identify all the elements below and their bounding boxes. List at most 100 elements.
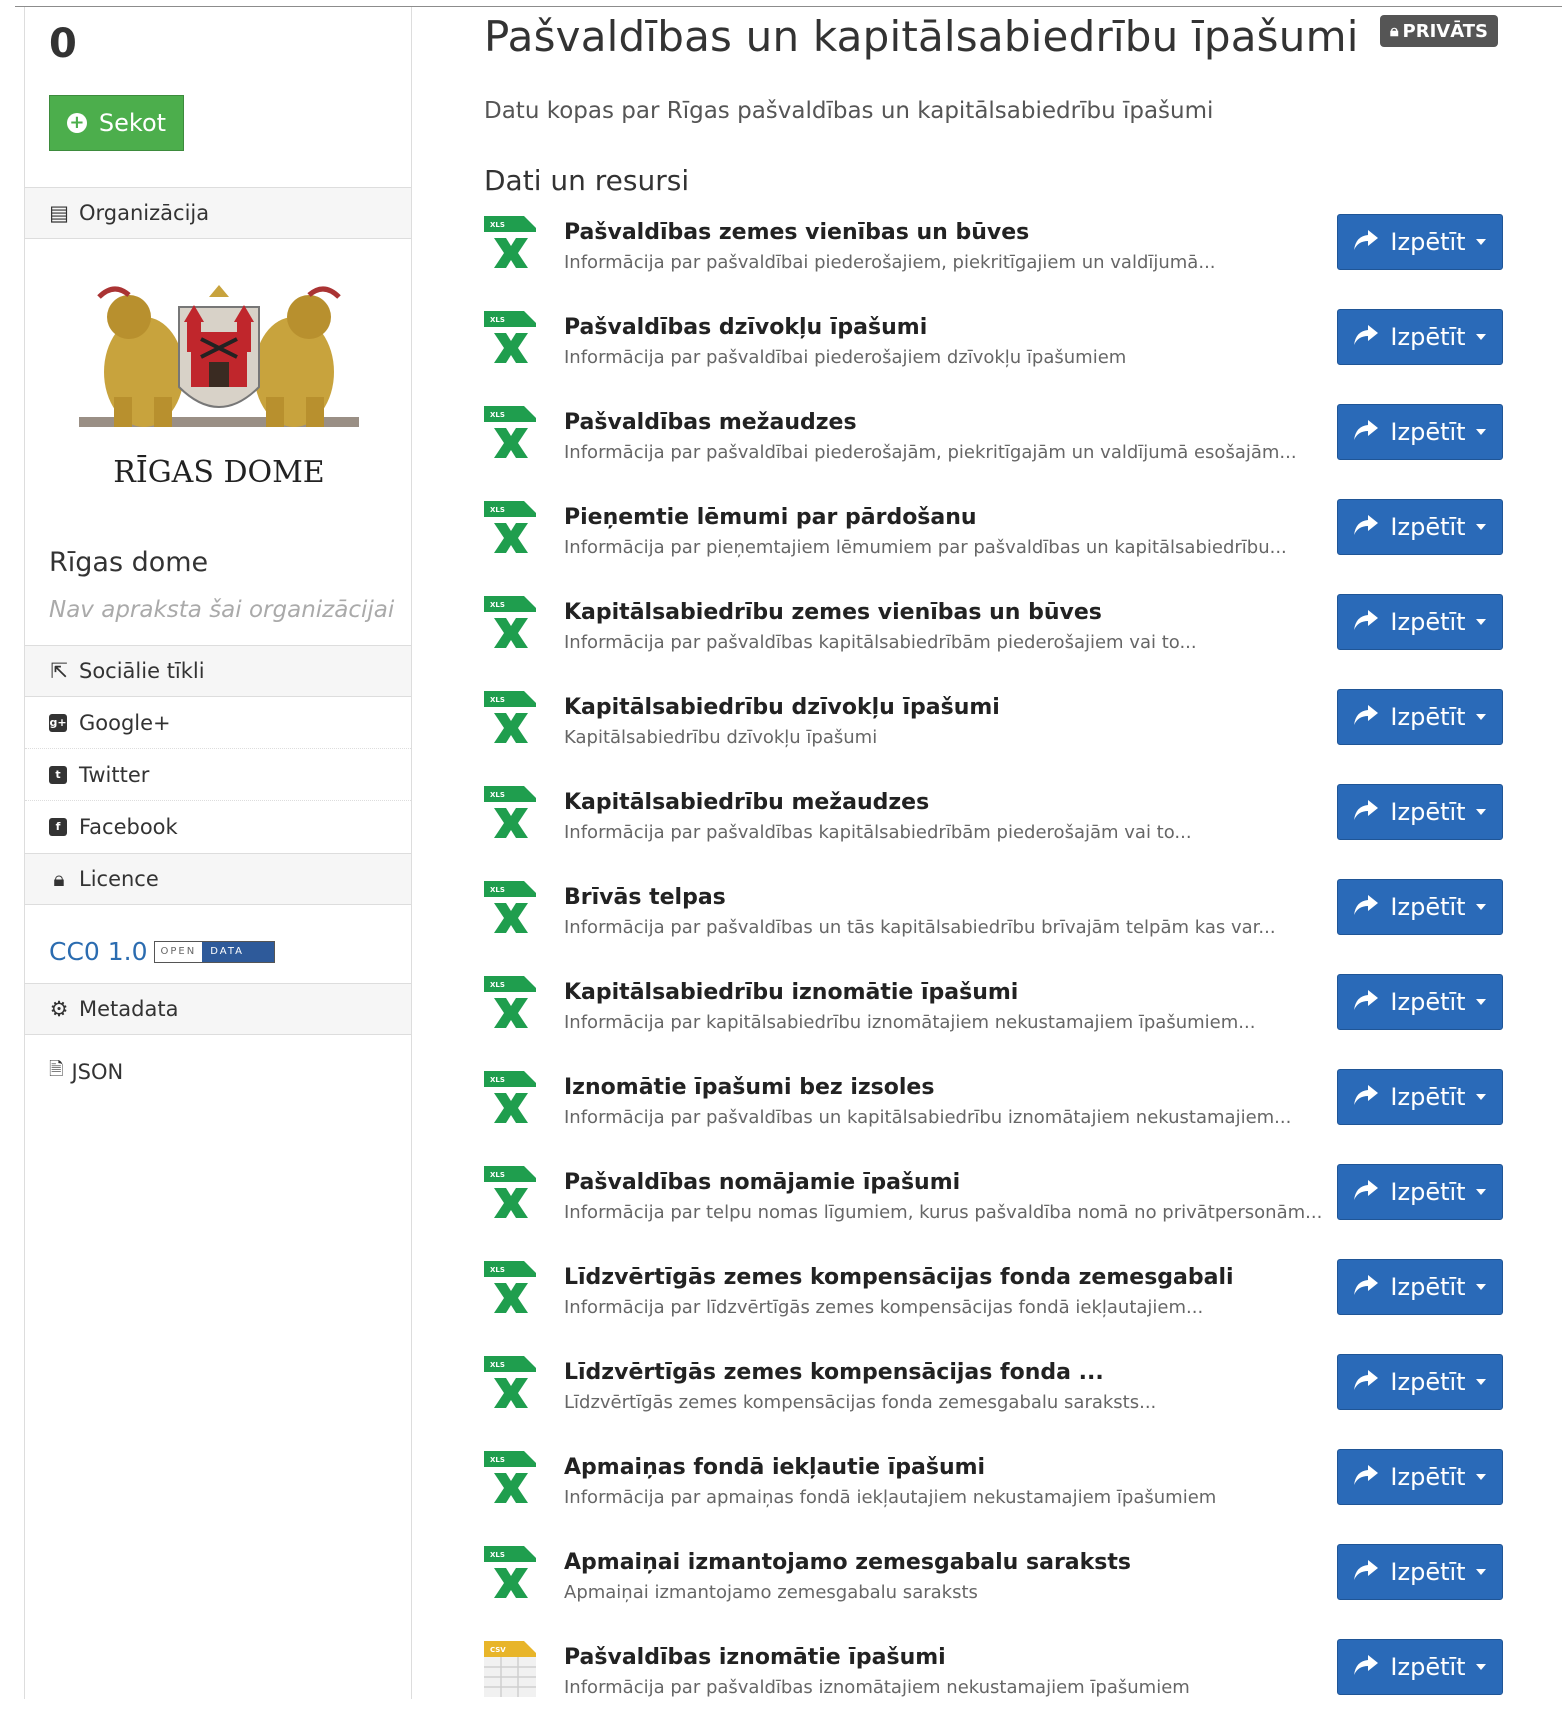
resource-title[interactable]: Pašvaldības iznomātie īpašumi <box>564 1645 946 1670</box>
resource-item-9: XLS Kapitālsabiedrību iznomātie īpašumi … <box>484 974 1504 1069</box>
caret-down-icon <box>1475 334 1486 340</box>
social-link-label: Google+ <box>79 710 171 735</box>
svg-text:XLS: XLS <box>490 1171 505 1179</box>
resource-title[interactable]: Kapitālsabiedrību iznomātie īpašumi <box>564 980 1018 1005</box>
explore-button-label: Izpētīt <box>1390 1463 1466 1491</box>
caret-down-icon <box>1475 904 1486 910</box>
resource-description: Informācija par pašvaldības un kapitālsa… <box>564 1107 1292 1128</box>
google-plus-icon: g+ <box>49 713 67 732</box>
organization-heading: ▤ Organizācija <box>25 187 411 239</box>
resource-item-7: XLS Kapitālsabiedrību mežaudzes Informāc… <box>484 784 1504 879</box>
share-arrow-icon <box>1354 1178 1379 1206</box>
explore-button-label: Izpētīt <box>1390 1653 1466 1681</box>
resource-item-4: XLS Pieņemtie lēmumi par pārdošanu Infor… <box>484 499 1504 594</box>
json-link[interactable]: 🗎︎ JSON <box>49 1057 123 1087</box>
caret-down-icon <box>1475 1569 1486 1575</box>
explore-button[interactable]: Izpētīt <box>1337 404 1503 460</box>
org-logo[interactable]: RĪGAS DOME <box>69 277 369 527</box>
explore-button[interactable]: Izpētīt <box>1337 499 1503 555</box>
svg-text:XLS: XLS <box>490 1551 505 1559</box>
follow-button-label: Sekot <box>98 109 167 137</box>
resource-description: Informācija par telpu nomas līgumiem, ku… <box>564 1202 1323 1223</box>
resource-title[interactable]: Kapitālsabiedrību zemes vienības un būve… <box>564 600 1102 625</box>
resource-description: Informācija par pašvaldībai piederošajie… <box>564 347 1127 368</box>
explore-button-label: Izpētīt <box>1390 1178 1466 1206</box>
svg-text:XLS: XLS <box>490 696 505 704</box>
resource-title[interactable]: Brīvās telpas <box>564 885 726 910</box>
explore-button[interactable]: Izpētīt <box>1337 1164 1503 1220</box>
share-arrow-icon <box>1354 1558 1379 1586</box>
social-link-facebook[interactable]: f Facebook <box>25 801 411 853</box>
json-link-label: JSON <box>71 1060 124 1084</box>
resource-item-15: XLS Apmaiņai izmantojamo zemesgabalu sar… <box>484 1544 1504 1639</box>
explore-button[interactable]: Izpētīt <box>1337 309 1503 365</box>
explore-button[interactable]: Izpētīt <box>1337 1449 1503 1505</box>
xls-file-icon: XLS <box>484 1166 536 1222</box>
twitter-icon: t <box>49 765 67 784</box>
caret-down-icon <box>1475 1379 1486 1385</box>
resource-title[interactable]: Līdzvērtīgās zemes kompensācijas fonda z… <box>564 1265 1234 1290</box>
explore-button[interactable]: Izpētīt <box>1337 214 1503 270</box>
svg-text:XLS: XLS <box>490 601 505 609</box>
resource-list: XLS Pašvaldības zemes vienības un būves … <box>484 214 1504 1734</box>
svg-text:XLS: XLS <box>490 506 505 514</box>
resource-title[interactable]: Iznomātie īpašumi bez izsoles <box>564 1075 934 1100</box>
explore-button-label: Izpētīt <box>1390 323 1466 351</box>
resource-title[interactable]: Kapitālsabiedrību mežaudzes <box>564 790 929 815</box>
licence-link[interactable]: CC0 1.0 OPEN DATA <box>49 937 275 966</box>
follow-button[interactable]: + Sekot <box>49 95 184 151</box>
explore-button-label: Izpētīt <box>1390 228 1466 256</box>
share-arrow-icon <box>1354 418 1379 446</box>
explore-button[interactable]: Izpētīt <box>1337 594 1503 650</box>
resource-item-1: XLS Pašvaldības zemes vienības un būves … <box>484 214 1504 309</box>
facebook-icon: f <box>49 818 67 836</box>
explore-button[interactable]: Izpētīt <box>1337 784 1503 840</box>
resource-title[interactable]: Apmaiņai izmantojamo zemesgabalu sarakst… <box>564 1550 1131 1575</box>
explore-button[interactable]: Izpētīt <box>1337 879 1503 935</box>
resource-title[interactable]: Pašvaldības zemes vienības un būves <box>564 220 1029 245</box>
lock-icon: 🔒︎ <box>53 866 65 891</box>
org-name[interactable]: Rīgas dome <box>49 547 208 578</box>
xls-file-icon: XLS <box>484 976 536 1032</box>
xls-file-icon: XLS <box>484 596 536 652</box>
caret-down-icon <box>1475 1664 1486 1670</box>
explore-button-label: Izpētīt <box>1390 1083 1466 1111</box>
organization-heading-label: Organizācija <box>79 201 210 225</box>
explore-button[interactable]: Izpētīt <box>1337 974 1503 1030</box>
resource-title[interactable]: Pašvaldības nomājamie īpašumi <box>564 1170 960 1195</box>
svg-text:XLS: XLS <box>490 981 505 989</box>
social-link-twitter[interactable]: t Twitter <box>25 749 411 801</box>
share-arrow-icon <box>1354 1368 1379 1396</box>
explore-button-label: Izpētīt <box>1390 988 1466 1016</box>
resource-item-14: XLS Apmaiņas fondā iekļautie īpašumi Inf… <box>484 1449 1504 1544</box>
resource-item-2: XLS Pašvaldības dzīvokļu īpašumi Informā… <box>484 309 1504 404</box>
explore-button[interactable]: Izpētīt <box>1337 1354 1503 1410</box>
caret-down-icon <box>1475 619 1486 625</box>
resource-title[interactable]: Pašvaldības mežaudzes <box>564 410 857 435</box>
resource-title[interactable]: Apmaiņas fondā iekļautie īpašumi <box>564 1455 985 1480</box>
svg-text:XLS: XLS <box>490 411 505 419</box>
xls-file-icon: XLS <box>484 1451 536 1507</box>
svg-text:XLS: XLS <box>490 1456 505 1464</box>
resource-title[interactable]: Kapitālsabiedrību dzīvokļu īpašumi <box>564 695 1000 720</box>
caret-down-icon <box>1475 714 1486 720</box>
caret-down-icon <box>1475 1094 1486 1100</box>
caret-down-icon <box>1475 429 1486 435</box>
resource-item-6: XLS Kapitālsabiedrību dzīvokļu īpašumi K… <box>484 689 1504 784</box>
caret-down-icon <box>1475 1189 1486 1195</box>
resource-item-12: XLS Līdzvērtīgās zemes kompensācijas fon… <box>484 1259 1504 1354</box>
explore-button[interactable]: Izpētīt <box>1337 1639 1503 1695</box>
svg-text:XLS: XLS <box>490 316 505 324</box>
share-arrow-icon <box>1354 608 1379 636</box>
resource-title[interactable]: Pieņemtie lēmumi par pārdošanu <box>564 505 977 530</box>
explore-button[interactable]: Izpētīt <box>1337 1544 1503 1600</box>
share-square-icon: ⇱ <box>50 659 68 683</box>
right-lion <box>254 286 341 427</box>
resource-title[interactable]: Līdzvērtīgās zemes kompensācijas fonda .… <box>564 1360 1104 1385</box>
resource-description: Kapitālsabiedrību dzīvokļu īpašumi <box>564 727 878 748</box>
social-link-google-plus[interactable]: g+ Google+ <box>25 697 411 749</box>
explore-button[interactable]: Izpētīt <box>1337 1069 1503 1125</box>
resource-title[interactable]: Pašvaldības dzīvokļu īpašumi <box>564 315 927 340</box>
explore-button[interactable]: Izpētīt <box>1337 689 1503 745</box>
explore-button[interactable]: Izpētīt <box>1337 1259 1503 1315</box>
